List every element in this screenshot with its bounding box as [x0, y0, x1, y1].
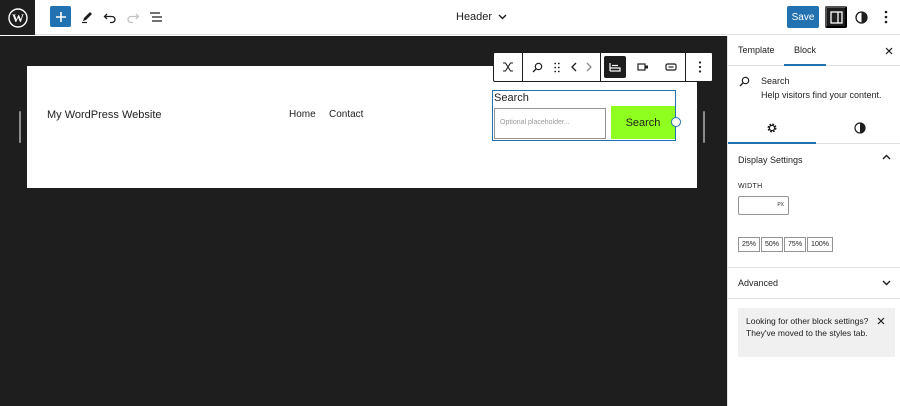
contrast-icon	[854, 122, 866, 134]
chevron-left-icon	[571, 62, 577, 72]
button-only-toggle[interactable]	[660, 56, 682, 78]
search-icon	[739, 76, 750, 87]
width-50-button[interactable]: 50%	[761, 237, 784, 252]
button-outside-icon	[609, 63, 621, 72]
settings-sidebar: Template Block Search Help visitors find…	[727, 36, 900, 406]
settings-moved-notice: Looking for other block settings? They'v…	[738, 308, 895, 357]
nav-item-contact[interactable]: Contact	[329, 109, 363, 120]
width-percentage-group: 25% 50% 75% 100%	[738, 237, 834, 252]
display-settings-title: Display Settings	[738, 155, 803, 165]
contrast-icon	[854, 10, 868, 24]
width-input[interactable]: PX	[738, 196, 789, 215]
block-inspector-tabs	[728, 112, 900, 144]
kebab-menu-icon	[884, 10, 888, 24]
block-toolbar-layout-group	[601, 53, 686, 81]
move-right-button[interactable]	[582, 56, 596, 78]
search-input[interactable]: Optional placeholder...	[494, 108, 606, 139]
close-icon[interactable]	[877, 317, 885, 325]
width-100-button[interactable]: 100%	[807, 237, 833, 252]
block-inserter-button[interactable]	[50, 6, 71, 27]
list-view-icon	[150, 12, 162, 22]
tab-styles[interactable]	[850, 119, 870, 137]
search-block[interactable]: Search Optional placeholder... Search	[492, 90, 681, 141]
document-title[interactable]: Header	[456, 11, 507, 23]
chevron-down-icon	[882, 280, 891, 286]
block-toolbar-options-group	[686, 53, 714, 81]
block-toolbar-parent-group	[494, 53, 523, 81]
close-sidebar-button[interactable]	[882, 44, 896, 58]
chevron-right-icon	[586, 62, 592, 72]
block-toolbar-mover-group	[523, 53, 601, 81]
display-settings-panel-header[interactable]: Display Settings	[728, 144, 900, 176]
site-title[interactable]: My WordPress Website	[47, 109, 162, 121]
width-unit-select[interactable]: PX	[777, 202, 784, 208]
search-resize-handle[interactable]	[671, 117, 681, 127]
move-left-button[interactable]	[567, 56, 581, 78]
button-only-icon	[665, 63, 677, 71]
undo-icon	[103, 13, 116, 24]
redo-button[interactable]	[122, 6, 144, 28]
advanced-title: Advanced	[738, 278, 779, 288]
sidebar-icon	[829, 10, 843, 24]
search-block-label[interactable]: Search	[494, 92, 529, 104]
sidebar-tabs: Template Block	[728, 36, 900, 66]
redo-icon	[127, 13, 140, 24]
width-25-button[interactable]: 25%	[738, 237, 761, 252]
button-outside-toggle[interactable]	[604, 56, 626, 78]
options-button[interactable]	[875, 6, 897, 28]
chevron-up-icon	[882, 154, 891, 160]
plus-icon	[55, 11, 66, 22]
drag-handle[interactable]	[551, 56, 563, 78]
parent-block-icon	[503, 62, 513, 72]
tab-block[interactable]: Block	[794, 45, 816, 55]
editor-canvas: My WordPress Website Home Contact Search…	[0, 36, 727, 406]
tools-button[interactable]	[76, 6, 98, 28]
block-card: Search Help visitors find your content.	[728, 66, 900, 112]
gear-icon	[767, 123, 777, 133]
button-inside-icon	[637, 63, 648, 71]
pencil-icon	[82, 12, 92, 24]
header-template-part: My WordPress Website Home Contact Search…	[27, 66, 697, 188]
wordpress-logo[interactable]: W	[0, 0, 35, 35]
tab-template[interactable]: Template	[738, 45, 775, 55]
chevron-down-icon	[498, 14, 507, 20]
width-75-button[interactable]: 75%	[784, 237, 807, 252]
block-toolbar	[493, 52, 713, 82]
nav-item-home[interactable]: Home	[289, 109, 316, 120]
document-title-label: Header	[456, 11, 493, 23]
save-button[interactable]: Save	[787, 6, 819, 28]
search-icon	[532, 62, 542, 72]
list-view-button[interactable]	[145, 6, 167, 28]
advanced-panel-header[interactable]: Advanced	[728, 267, 900, 299]
block-options-button[interactable]	[689, 56, 711, 78]
undo-button[interactable]	[99, 6, 121, 28]
width-label: WIDTH	[738, 183, 763, 190]
canvas-resize-handle-left[interactable]	[19, 111, 21, 143]
block-type-button[interactable]	[526, 56, 548, 78]
notice-text: Looking for other block settings? They'v…	[746, 316, 869, 338]
block-card-title: Search	[761, 76, 790, 86]
drag-handle-icon	[554, 62, 560, 72]
styles-button[interactable]	[850, 6, 872, 28]
select-parent-button[interactable]	[497, 56, 519, 78]
editor-top-bar: W Header Save	[0, 0, 900, 35]
canvas-resize-handle-right[interactable]	[703, 111, 705, 143]
settings-sidebar-toggle[interactable]	[825, 6, 847, 28]
button-inside-toggle[interactable]	[632, 56, 654, 78]
kebab-menu-icon	[698, 61, 702, 73]
close-icon	[885, 47, 893, 55]
search-submit-button[interactable]: Search	[611, 106, 675, 139]
svg-text:W: W	[12, 11, 24, 25]
wordpress-icon: W	[7, 7, 28, 28]
tab-settings[interactable]	[762, 119, 782, 137]
block-card-description: Help visitors find your content.	[761, 90, 882, 100]
